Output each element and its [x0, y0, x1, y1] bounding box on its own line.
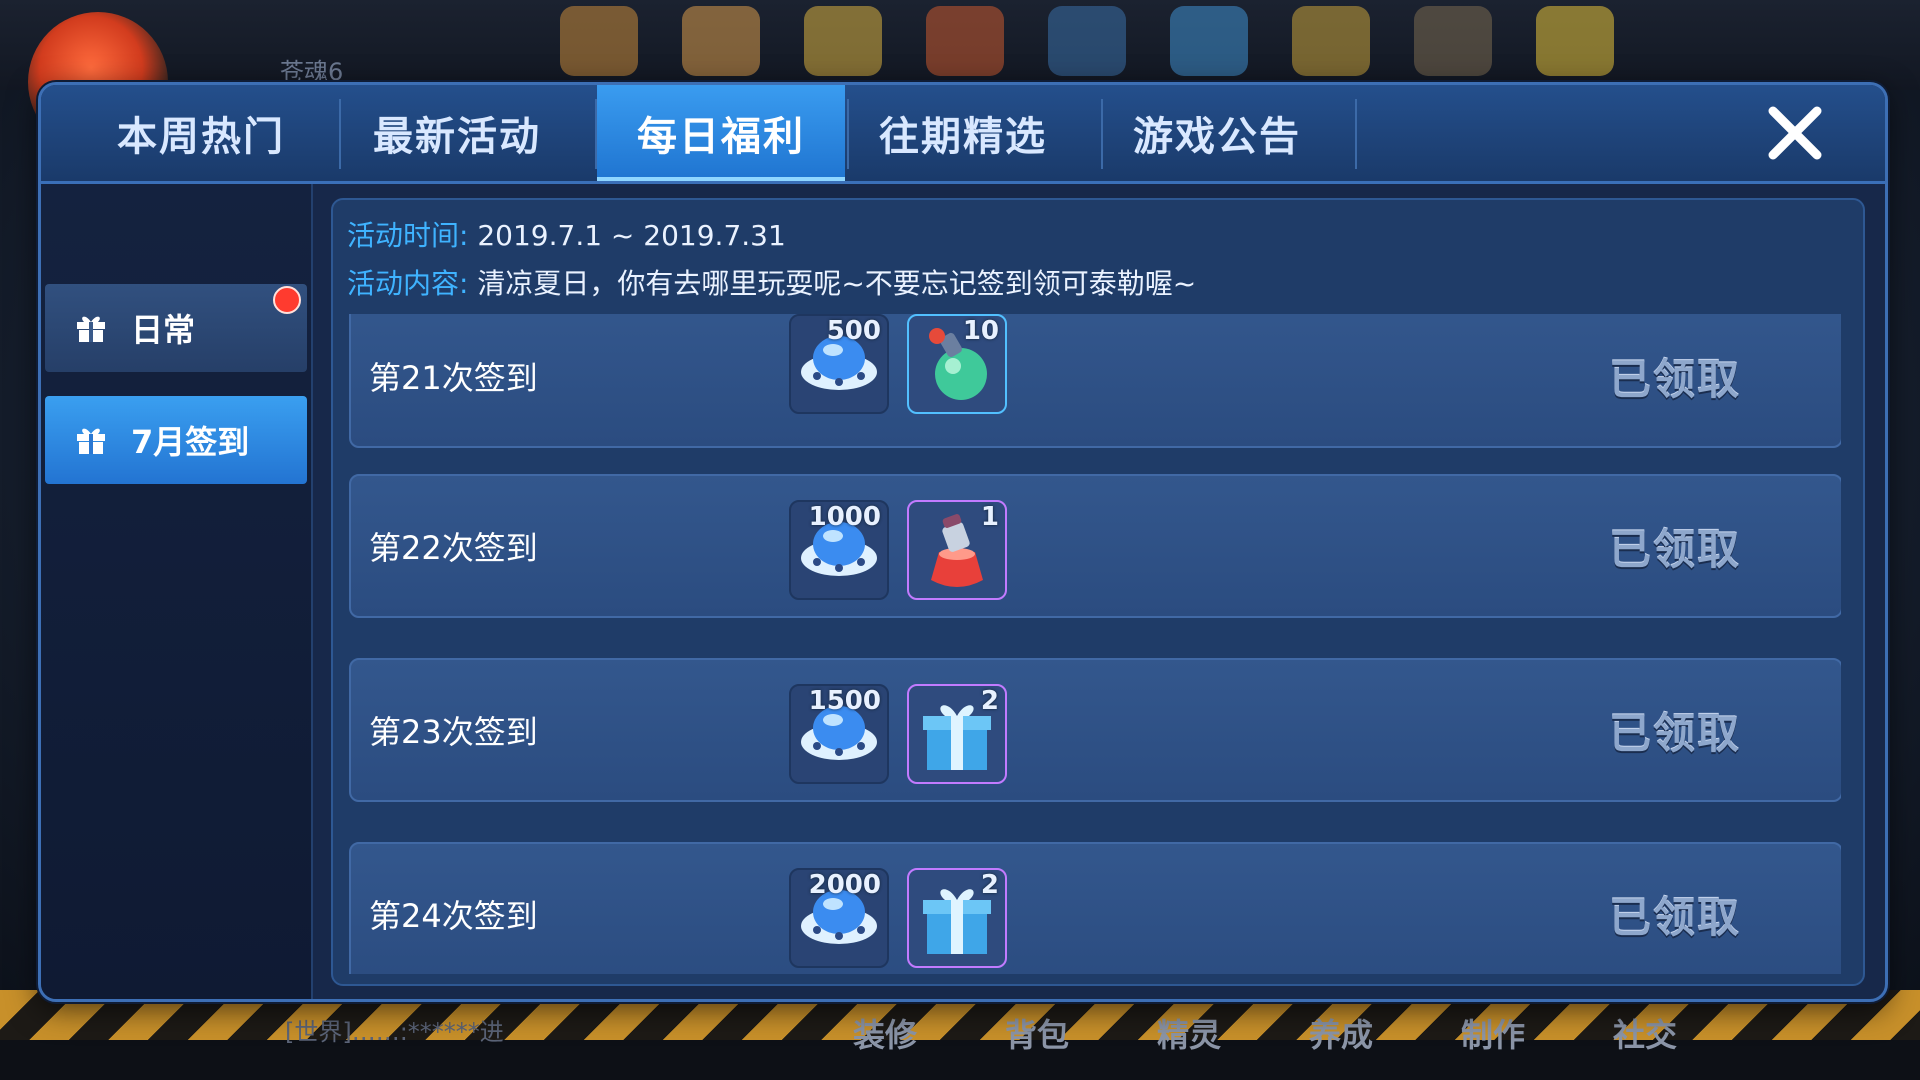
checkin-label: 第23次签到 — [369, 713, 538, 751]
robot-icon — [1414, 6, 1492, 76]
spt-icon — [1048, 6, 1126, 76]
diamond-icon — [1536, 6, 1614, 76]
tab-past-picks[interactable]: 往期精选 — [863, 85, 1063, 181]
sidebar-item-label: 7月签到 — [131, 423, 250, 461]
checkin-row: 第23次签到 1500 2 已领取 — [349, 658, 1841, 802]
event-time: 活动时间: 2019.7.1 ~ 2019.7.31 — [347, 214, 786, 254]
notification-badge — [273, 286, 301, 314]
tab-divider — [1101, 99, 1103, 169]
checkin-label: 第22次签到 — [369, 529, 538, 567]
item-amount: 2 — [980, 870, 999, 900]
checkin-list[interactable]: 第21次签到 500 10 已领取 第22次签到 1000 1 已领取 第23次… — [349, 314, 1841, 974]
coin-amount: 1500 — [808, 686, 881, 716]
tab-bar: 本周热门 最新活动 每日福利 往期精选 游戏公告 — [41, 85, 1885, 184]
event-content-value: 清凉夏日，你有去哪里玩耍呢~不要忘记签到领可泰勒喔~ — [477, 267, 1197, 300]
checkin-row: 第22次签到 1000 1 已领取 — [349, 474, 1841, 618]
event-time-value: 2019.7.1 ~ 2019.7.31 — [477, 219, 786, 252]
reward-item-slot[interactable]: 10 — [907, 314, 1007, 414]
tab-daily-welfare[interactable]: 每日福利 — [597, 85, 845, 181]
bear-icon — [560, 6, 638, 76]
gift-icon — [1292, 6, 1370, 76]
checkin-row: 第24次签到 2000 2 已领取 — [349, 842, 1841, 974]
item-amount: 10 — [962, 316, 999, 346]
menu-social[interactable]: 社交 — [1600, 1010, 1690, 1056]
claimed-status: 已领取 — [1608, 354, 1741, 404]
tab-divider — [339, 99, 341, 169]
claimed-status: 已领取 — [1608, 892, 1741, 942]
coin-amount: 500 — [826, 316, 881, 346]
sidebar-item-daily[interactable]: 日常 — [45, 284, 307, 372]
claimed-status: 已领取 — [1608, 524, 1741, 574]
top-hud-icons — [560, 6, 1614, 76]
gift-icon — [77, 428, 105, 454]
coin-amount: 1000 — [808, 502, 881, 532]
menu-cultivate[interactable]: 养成 — [1296, 1010, 1386, 1056]
reward-coin-slot[interactable]: 1500 — [789, 684, 889, 784]
tab-latest-events[interactable]: 最新活动 — [357, 85, 557, 181]
event-time-label: 活动时间: — [347, 219, 469, 252]
tab-announcements[interactable]: 游戏公告 — [1117, 85, 1317, 181]
tab-weekly-hot[interactable]: 本周热门 — [101, 85, 301, 181]
event-content: 活动时间: 2019.7.1 ~ 2019.7.31 活动内容: 清凉夏日，你有… — [331, 198, 1865, 986]
reward-coin-slot[interactable]: 1000 — [789, 500, 889, 600]
reward-item-slot[interactable]: 1 — [907, 500, 1007, 600]
bottom-menu: 装修 背包 精灵 养成 制作 社交 — [840, 1010, 1690, 1056]
events-panel: 本周热门 最新活动 每日福利 往期精选 游戏公告 日常 7月签到 活动时间: 2… — [38, 82, 1888, 1002]
close-icon[interactable] — [1765, 103, 1825, 163]
reward-item-slot[interactable]: 2 — [907, 868, 1007, 968]
reward-coin-slot[interactable]: 2000 — [789, 868, 889, 968]
claimed-status: 已领取 — [1608, 708, 1741, 758]
wing-icon — [804, 6, 882, 76]
item-amount: 2 — [980, 686, 999, 716]
chat-line: [世界]……:******进 — [285, 1018, 504, 1046]
reward-coin-slot[interactable]: 500 — [789, 314, 889, 414]
event-content-label: 活动内容: — [347, 267, 469, 300]
gift-icon — [77, 316, 105, 342]
menu-bag[interactable]: 背包 — [992, 1010, 1082, 1056]
sidebar: 日常 7月签到 — [41, 184, 313, 999]
checkin-row: 第21次签到 500 10 已领取 — [349, 314, 1841, 448]
checkin-label: 第24次签到 — [369, 897, 538, 935]
tab-divider — [1355, 99, 1357, 169]
chicken-icon — [926, 6, 1004, 76]
menu-craft[interactable]: 制作 — [1448, 1010, 1538, 1056]
menu-spirit[interactable]: 精灵 — [1144, 1010, 1234, 1056]
sidebar-item-label: 日常 — [131, 311, 196, 349]
event-description: 活动内容: 清凉夏日，你有去哪里玩耍呢~不要忘记签到领可泰勒喔~ — [347, 262, 1196, 302]
coin-amount: 2000 — [808, 870, 881, 900]
item-amount: 1 — [980, 502, 999, 532]
flame-icon — [682, 6, 760, 76]
menu-decorate[interactable]: 装修 — [840, 1010, 930, 1056]
sidebar-item-july-checkin[interactable]: 7月签到 — [45, 396, 307, 484]
checkin-label: 第21次签到 — [369, 359, 538, 397]
tab-divider — [847, 99, 849, 169]
reward-item-slot[interactable]: 2 — [907, 684, 1007, 784]
alert-icon — [1170, 6, 1248, 76]
